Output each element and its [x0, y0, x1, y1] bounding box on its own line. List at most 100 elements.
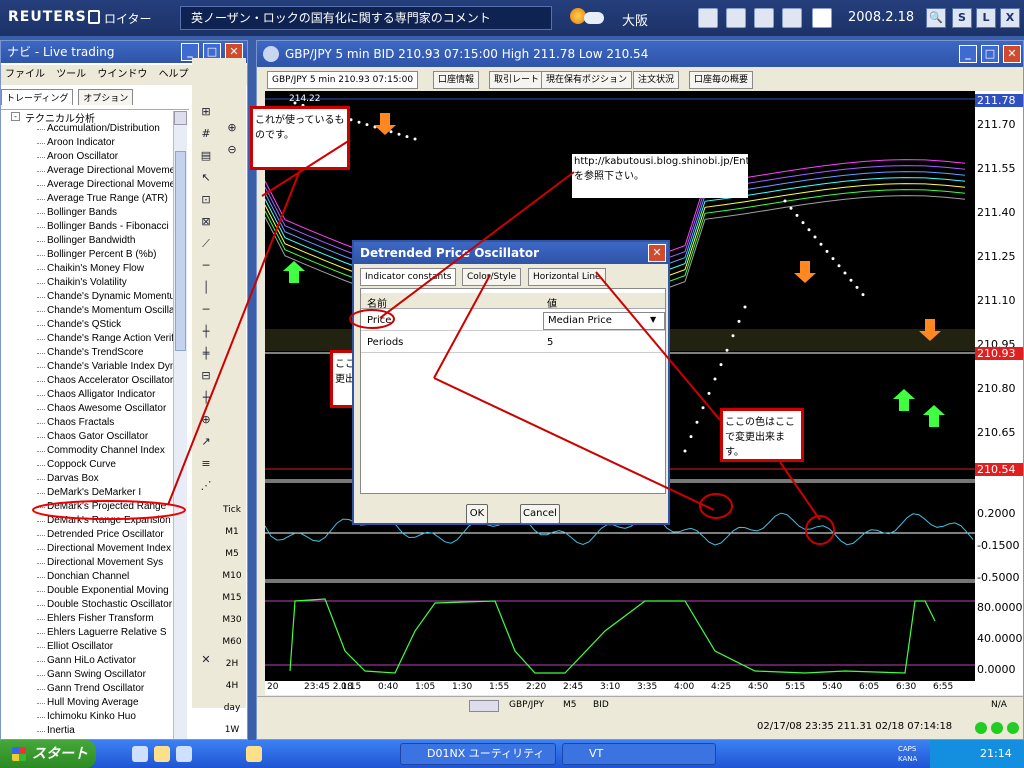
tree-item[interactable]: Gann HiLo Activator: [47, 654, 183, 668]
na-select[interactable]: N/A: [991, 700, 1007, 710]
tree-item[interactable]: Chande's Range Action Verif: [47, 332, 183, 346]
drawing-tool-icon[interactable]: ⟋: [196, 234, 216, 252]
menu-help[interactable]: ヘルプ: [159, 69, 189, 80]
drawing-tool-icon[interactable]: ⊟: [196, 366, 216, 384]
drawing-tool-icon[interactable]: ▤: [196, 146, 216, 164]
tree-item[interactable]: Inertia: [47, 724, 183, 738]
maximize-button[interactable]: □: [981, 45, 999, 63]
tree-item[interactable]: DeMark's Range Expansion: [47, 514, 183, 528]
tree-item[interactable]: Darvas Box: [47, 472, 183, 486]
task-vt[interactable]: VT: [562, 743, 716, 765]
globe-icon[interactable]: [698, 8, 718, 28]
tree-item[interactable]: Double Stochastic Oscillator: [47, 598, 183, 612]
drawing-tool-icon[interactable]: ↖: [196, 168, 216, 186]
timeframe-button[interactable]: day: [220, 700, 244, 716]
trophy-icon[interactable]: [782, 8, 802, 28]
close-button[interactable]: ✕: [1003, 45, 1021, 63]
timeframe-button[interactable]: M30: [220, 612, 244, 628]
timeframe-button[interactable]: 4H: [220, 678, 244, 694]
quick-launch-icon[interactable]: [132, 746, 148, 762]
tree-item[interactable]: Average True Range (ATR): [47, 192, 183, 206]
ok-button[interactable]: OK: [466, 504, 488, 524]
timeframe-button[interactable]: M1: [220, 524, 244, 540]
drawing-tool-icon[interactable]: ⋰: [196, 476, 216, 494]
x-button[interactable]: X: [1000, 8, 1020, 28]
tree-item[interactable]: Ehlers Laguerre Relative S: [47, 626, 183, 640]
drawing-tool-icon[interactable]: │: [196, 278, 216, 296]
s-button[interactable]: S: [952, 8, 972, 28]
tab-indicator-constants[interactable]: Indicator constants: [360, 268, 457, 286]
tree-item[interactable]: Average Directional Movement: [47, 178, 183, 192]
cancel-button[interactable]: Cancel: [520, 504, 560, 524]
tree-item[interactable]: Hull Moving Average: [47, 696, 183, 710]
menu-window[interactable]: ウインドウ: [97, 69, 147, 80]
tree-item[interactable]: Bollinger Bands - Fibonacci: [47, 220, 183, 234]
drawing-tool-icon[interactable]: ┼: [196, 388, 216, 406]
timeframe-button[interactable]: M60: [220, 634, 244, 650]
price-select[interactable]: Median Price ▼: [543, 312, 665, 330]
task-utility[interactable]: D01NX ユーティリティ: [400, 743, 556, 765]
symbol-select[interactable]: GBP/JPY: [509, 700, 544, 710]
tree-item[interactable]: Chande's QStick: [47, 318, 183, 332]
table-row[interactable]: Periods 5: [361, 333, 665, 353]
tab-chart[interactable]: GBP/JPY 5 min 210.93 07:15:00: [267, 71, 419, 89]
tree-scrollbar[interactable]: [173, 111, 187, 739]
drawing-tool-icon[interactable]: ≡: [196, 454, 216, 472]
tree-item[interactable]: DeMark's DeMarker I: [47, 486, 183, 500]
tree-item[interactable]: Chaos Fractals: [47, 416, 183, 430]
horizontal-scroll[interactable]: [469, 700, 499, 712]
quick-launch-icon[interactable]: [176, 746, 192, 762]
drawing-tool-icon[interactable]: ─: [196, 300, 216, 318]
tree-item[interactable]: Double Exponential Moving: [47, 584, 183, 598]
tree-item[interactable]: Chaos Alligator Indicator: [47, 388, 183, 402]
tree-item[interactable]: Accumulation/Distribution: [47, 122, 183, 136]
globe-icon[interactable]: [726, 8, 746, 28]
tab-orders[interactable]: 注文状況: [633, 71, 680, 89]
delete-tool-icon[interactable]: ✕: [196, 650, 216, 668]
l-button[interactable]: L: [976, 8, 996, 28]
tab-open-positions[interactable]: 現在保有ポジション: [541, 71, 633, 89]
menu-tools[interactable]: ツール: [56, 69, 86, 80]
zoom-in-icon[interactable]: ⊕: [222, 118, 242, 136]
tree-item[interactable]: Coppock Curve: [47, 458, 183, 472]
collapse-icon[interactable]: -: [11, 112, 20, 121]
tab-trading[interactable]: トレーディング: [1, 89, 74, 105]
tab-trade-rate[interactable]: 取引レート: [489, 71, 545, 89]
tree-item[interactable]: Chaos Gator Oscillator: [47, 430, 183, 444]
timeframe-button[interactable]: 2H: [220, 656, 244, 672]
tab-account-summary[interactable]: 口座毎の概要: [689, 71, 754, 89]
drawing-tool-icon[interactable]: ↗: [196, 432, 216, 450]
param-value[interactable]: 5: [547, 337, 553, 348]
table-row[interactable]: Price Median Price ▼: [361, 311, 665, 331]
chevron-down-icon[interactable]: ▼: [650, 315, 656, 324]
tab-account-info[interactable]: 口座情報: [433, 71, 480, 89]
tree-item[interactable]: Detrended Price Oscillator: [47, 528, 183, 542]
news-ticker[interactable]: 英ノーザン・ロックの国有化に関する専門家のコメント: [180, 6, 552, 30]
drawing-tool-icon[interactable]: ╪: [196, 344, 216, 362]
drawing-tool-icon[interactable]: ─: [196, 256, 216, 274]
blank-icon[interactable]: [812, 8, 832, 28]
timeframe-button[interactable]: M15: [220, 590, 244, 606]
timeframe-button[interactable]: M10: [220, 568, 244, 584]
timeframe-button[interactable]: M5: [220, 546, 244, 562]
zoom-out-icon[interactable]: ⊖: [222, 140, 242, 158]
drawing-tool-icon[interactable]: ⊠: [196, 212, 216, 230]
quick-launch-icon[interactable]: [154, 746, 170, 762]
timeframe-select[interactable]: M5: [563, 700, 577, 710]
tree-item[interactable]: Aroon Oscillator: [47, 150, 183, 164]
drawing-tool-icon[interactable]: ⊡: [196, 190, 216, 208]
tab-options[interactable]: オプション: [78, 89, 134, 105]
tree-item[interactable]: Commodity Channel Index: [47, 444, 183, 458]
dialog-close-button[interactable]: ✕: [648, 244, 666, 262]
price-side-select[interactable]: BID: [593, 700, 609, 710]
tree-item[interactable]: Chande's TrendScore: [47, 346, 183, 360]
folder-icon[interactable]: [246, 746, 262, 762]
tree-item[interactable]: Gann Trend Oscillator: [47, 682, 183, 696]
timeframe-button[interactable]: 1W: [220, 722, 244, 738]
drawing-tool-icon[interactable]: ⊞: [196, 102, 216, 120]
tree-item[interactable]: Chaikin's Money Flow: [47, 262, 183, 276]
drawing-tool-icon[interactable]: ┼: [196, 322, 216, 340]
tree-item[interactable]: Directional Movement Sys: [47, 556, 183, 570]
drawing-tool-icon[interactable]: #: [196, 124, 216, 142]
tree-item[interactable]: Chande's Dynamic Momentum: [47, 290, 183, 304]
